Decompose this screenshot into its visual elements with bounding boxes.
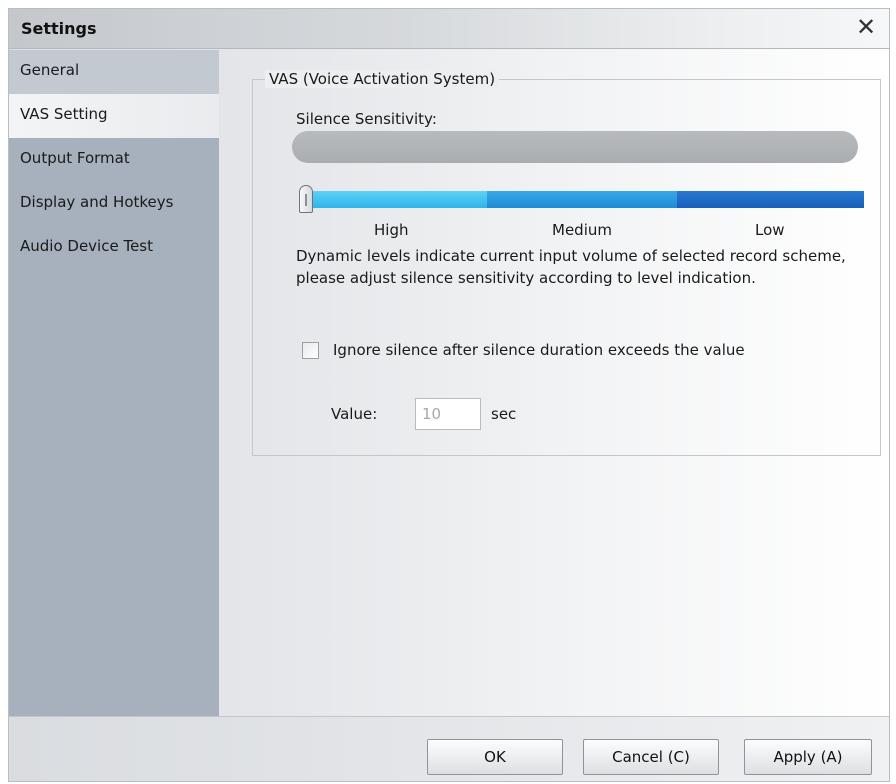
slider-segment-medium [487, 191, 677, 208]
silence-sensitivity-label: Silence Sensitivity: [296, 110, 437, 128]
ignore-silence-label[interactable]: Ignore silence after silence duration ex… [333, 341, 745, 359]
sidebar-item-label: VAS Setting [20, 105, 108, 123]
settings-window: Settings ✕ General VAS Setting Output Fo… [8, 8, 890, 782]
value-label: Value: [331, 405, 378, 423]
vas-group-title: VAS (Voice Activation System) [265, 70, 500, 88]
sidebar-item-label: General [20, 61, 80, 79]
input-level-meter [292, 131, 858, 163]
settings-sidebar: General VAS Setting Output Format Displa… [9, 50, 219, 716]
sidebar-item-audio-device-test[interactable]: Audio Device Test [9, 226, 219, 270]
sensitivity-slider-thumb[interactable] [299, 185, 313, 213]
ignore-silence-checkbox[interactable] [302, 342, 319, 359]
settings-content: VAS (Voice Activation System) Silence Se… [219, 50, 889, 716]
sidebar-item-vas-setting[interactable]: VAS Setting [9, 94, 219, 138]
slider-segment-low [677, 191, 864, 208]
sidebar-item-general[interactable]: General [9, 50, 219, 94]
level-label-low: Low [755, 221, 785, 239]
level-label-high: High [374, 221, 409, 239]
cancel-button[interactable]: Cancel (C) [583, 739, 719, 775]
ok-button[interactable]: OK [427, 739, 563, 775]
slider-segment-high [302, 191, 487, 208]
vas-description: Dynamic levels indicate current input vo… [296, 247, 846, 287]
silence-value-input[interactable]: 10 [415, 398, 481, 430]
title-bar: Settings ✕ [9, 9, 889, 49]
sensitivity-slider-track[interactable] [302, 191, 864, 208]
sidebar-item-label: Output Format [20, 149, 130, 167]
apply-button[interactable]: Apply (A) [744, 739, 872, 775]
close-icon[interactable]: ✕ [853, 13, 879, 41]
sidebar-item-label: Display and Hotkeys [20, 193, 174, 211]
sidebar-item-display-hotkeys[interactable]: Display and Hotkeys [9, 182, 219, 226]
value-unit-label: sec [491, 405, 517, 423]
level-label-medium: Medium [552, 221, 612, 239]
sidebar-item-label: Audio Device Test [20, 237, 154, 255]
dialog-footer: OK Cancel (C) Apply (A) [9, 716, 889, 781]
sidebar-item-output-format[interactable]: Output Format [9, 138, 219, 182]
window-title: Settings [21, 19, 97, 38]
